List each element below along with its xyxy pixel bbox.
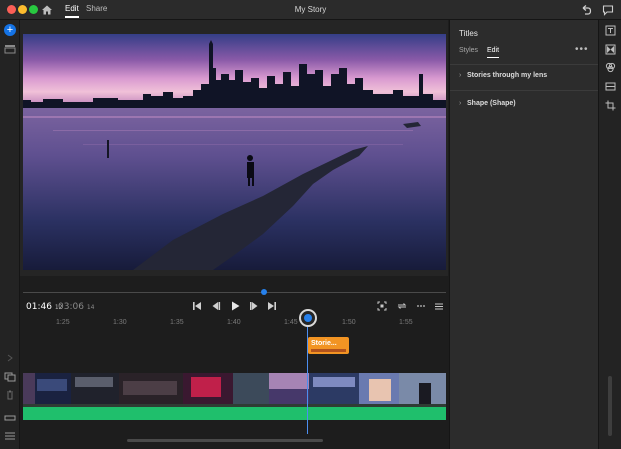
step-forward-icon[interactable]	[248, 300, 260, 312]
timeline-scrollbar[interactable]	[127, 439, 323, 442]
menu-share[interactable]: Share	[86, 4, 107, 13]
divider	[450, 64, 599, 65]
audio-track[interactable]	[23, 407, 446, 420]
ruler-label: 1:30	[113, 319, 127, 326]
panel-scrollbar[interactable]	[608, 376, 612, 436]
section-shape[interactable]: › Shape (Shape)	[459, 100, 516, 107]
playhead-line	[307, 326, 308, 434]
divider	[450, 90, 599, 91]
title-clip-bar	[311, 349, 346, 352]
total-frames: 14	[86, 304, 95, 311]
step-back-icon[interactable]	[210, 300, 222, 312]
titles-icon[interactable]	[605, 25, 616, 36]
trash-icon[interactable]	[4, 390, 16, 400]
total-time: 03:06	[58, 302, 84, 312]
tab-styles[interactable]: Styles	[459, 47, 478, 54]
close-window-button[interactable]	[7, 5, 16, 14]
chevron-right-icon: ›	[459, 100, 462, 107]
menu-icon[interactable]	[433, 300, 445, 312]
ruler-label: 1:55	[399, 319, 413, 326]
section-label: Stories through my lens	[467, 72, 548, 79]
title-clip-label: Storie...	[311, 340, 337, 347]
undo-icon[interactable]	[580, 4, 592, 16]
ruler-label: 1:40	[227, 319, 241, 326]
play-icon[interactable]	[229, 300, 241, 312]
video-track[interactable]	[23, 373, 446, 404]
add-media-button[interactable]: +	[4, 24, 16, 36]
skip-to-start-icon[interactable]	[191, 300, 203, 312]
section-label: Shape (Shape)	[467, 100, 516, 107]
media-library-icon[interactable]	[4, 44, 16, 54]
menu-edit[interactable]: Edit	[65, 4, 79, 18]
color-icon[interactable]	[605, 62, 616, 73]
minimize-window-button[interactable]	[18, 5, 27, 14]
duplicate-icon[interactable]	[4, 372, 16, 382]
loop-icon[interactable]	[396, 300, 408, 312]
crop-icon[interactable]	[605, 100, 616, 111]
transitions-icon[interactable]	[605, 44, 616, 55]
ruler-label: 1:35	[170, 319, 184, 326]
ruler-label: 1:50	[342, 319, 356, 326]
home-icon[interactable]	[41, 4, 53, 16]
comment-icon[interactable]	[602, 4, 614, 16]
list-icon[interactable]	[4, 431, 16, 441]
more-options-icon[interactable]	[415, 300, 427, 312]
tab-edit[interactable]: Edit	[487, 47, 500, 58]
scrub-handle[interactable]	[261, 289, 267, 295]
chevron-right-icon: ›	[459, 72, 462, 79]
panel-more-button[interactable]: •••	[575, 44, 589, 55]
zoom-window-button[interactable]	[29, 5, 38, 14]
titles-panel: Titles Styles Edit ••• › Stories through …	[449, 20, 599, 449]
left-toolbar: +	[0, 20, 20, 449]
fit-frame-icon[interactable]	[376, 300, 388, 312]
audio-icon[interactable]	[605, 81, 616, 92]
current-timecode: 01:46 12	[26, 302, 62, 312]
panel-title: Titles	[459, 29, 478, 38]
title-clip[interactable]: Storie...	[308, 337, 349, 354]
current-time: 01:46	[26, 302, 52, 312]
video-preview[interactable]	[23, 34, 446, 270]
total-timecode: 03:06 14	[58, 302, 94, 312]
track-icon[interactable]	[4, 413, 16, 423]
section-stories-through-my-lens[interactable]: › Stories through my lens	[459, 72, 547, 79]
chevron-right-icon[interactable]	[4, 353, 16, 363]
title-bar: Edit Share My Story	[0, 0, 621, 20]
ruler-label: 1:45	[284, 319, 298, 326]
ruler-label: 1:25	[56, 319, 70, 326]
skip-to-end-icon[interactable]	[266, 300, 278, 312]
scrub-bar[interactable]	[23, 292, 446, 293]
playhead-handle[interactable]	[299, 309, 317, 327]
